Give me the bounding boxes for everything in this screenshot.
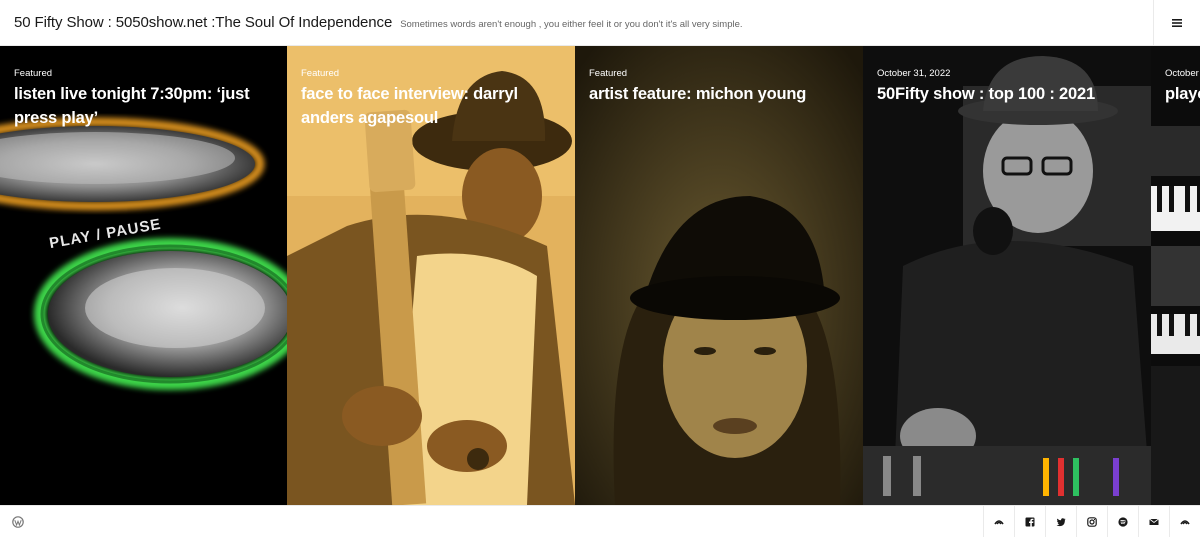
- facebook-icon: [1025, 517, 1035, 527]
- wordpress-link[interactable]: [12, 515, 24, 528]
- social-link-instagram[interactable]: [1076, 506, 1107, 537]
- mixcloud-icon: [994, 520, 1004, 525]
- site-tagline: Sometimes words aren't enough , you eith…: [400, 18, 743, 30]
- dj-at-mixer-photo: [863, 46, 1151, 505]
- menu-toggle-button[interactable]: [1153, 0, 1200, 46]
- post-category[interactable]: Featured: [301, 68, 339, 79]
- post-title[interactable]: artist feature: michon young: [589, 82, 851, 106]
- social-link-mixcloud[interactable]: [1169, 506, 1200, 537]
- post-category[interactable]: Featured: [14, 68, 52, 79]
- featured-post-tile[interactable]: October playo: [1151, 46, 1200, 505]
- keyboard-studio-photo: [1151, 46, 1200, 505]
- spotify-icon: [1118, 517, 1128, 527]
- post-title[interactable]: playo: [1165, 82, 1200, 106]
- email-icon: [1149, 518, 1159, 525]
- social-link-mixcloud[interactable]: [983, 506, 1014, 537]
- featured-post-tile[interactable]: Featured artist feature: michon young: [575, 46, 863, 505]
- featured-content-strip: PLAY / PAUSE Featured listen live tonigh…: [0, 46, 1200, 505]
- featured-post-tile[interactable]: October 31, 2022 50Fifty show : top 100 …: [863, 46, 1151, 505]
- featured-post-tile[interactable]: PLAY / PAUSE Featured listen live tonigh…: [0, 46, 287, 505]
- post-title[interactable]: face to face interview: darryl anders ag…: [301, 82, 563, 130]
- site-title[interactable]: 50 Fifty Show : 5050show.net :The Soul O…: [14, 14, 392, 31]
- post-date[interactable]: October: [1165, 68, 1199, 79]
- social-link-facebook[interactable]: [1014, 506, 1045, 537]
- featured-post-tile[interactable]: Featured face to face interview: darryl …: [287, 46, 575, 505]
- social-link-email[interactable]: [1138, 506, 1169, 537]
- mixcloud-icon: [1180, 520, 1190, 525]
- post-category[interactable]: Featured: [589, 68, 627, 79]
- hamburger-menu-icon: [1172, 19, 1182, 27]
- singer-portrait-photo: [575, 46, 863, 505]
- site-footer: [0, 505, 1200, 537]
- site-header: 50 Fifty Show : 5050show.net :The Soul O…: [0, 0, 1200, 46]
- twitter-icon: [1056, 518, 1066, 527]
- post-title[interactable]: 50Fifty show : top 100 : 2021: [877, 82, 1139, 106]
- post-date[interactable]: October 31, 2022: [877, 68, 950, 79]
- post-title[interactable]: listen live tonight 7:30pm: ‘just press …: [14, 82, 276, 130]
- social-link-twitter[interactable]: [1045, 506, 1076, 537]
- social-link-spotify[interactable]: [1107, 506, 1138, 537]
- social-links-menu: [983, 506, 1200, 537]
- instagram-icon: [1087, 517, 1097, 527]
- wordpress-icon: [12, 516, 24, 528]
